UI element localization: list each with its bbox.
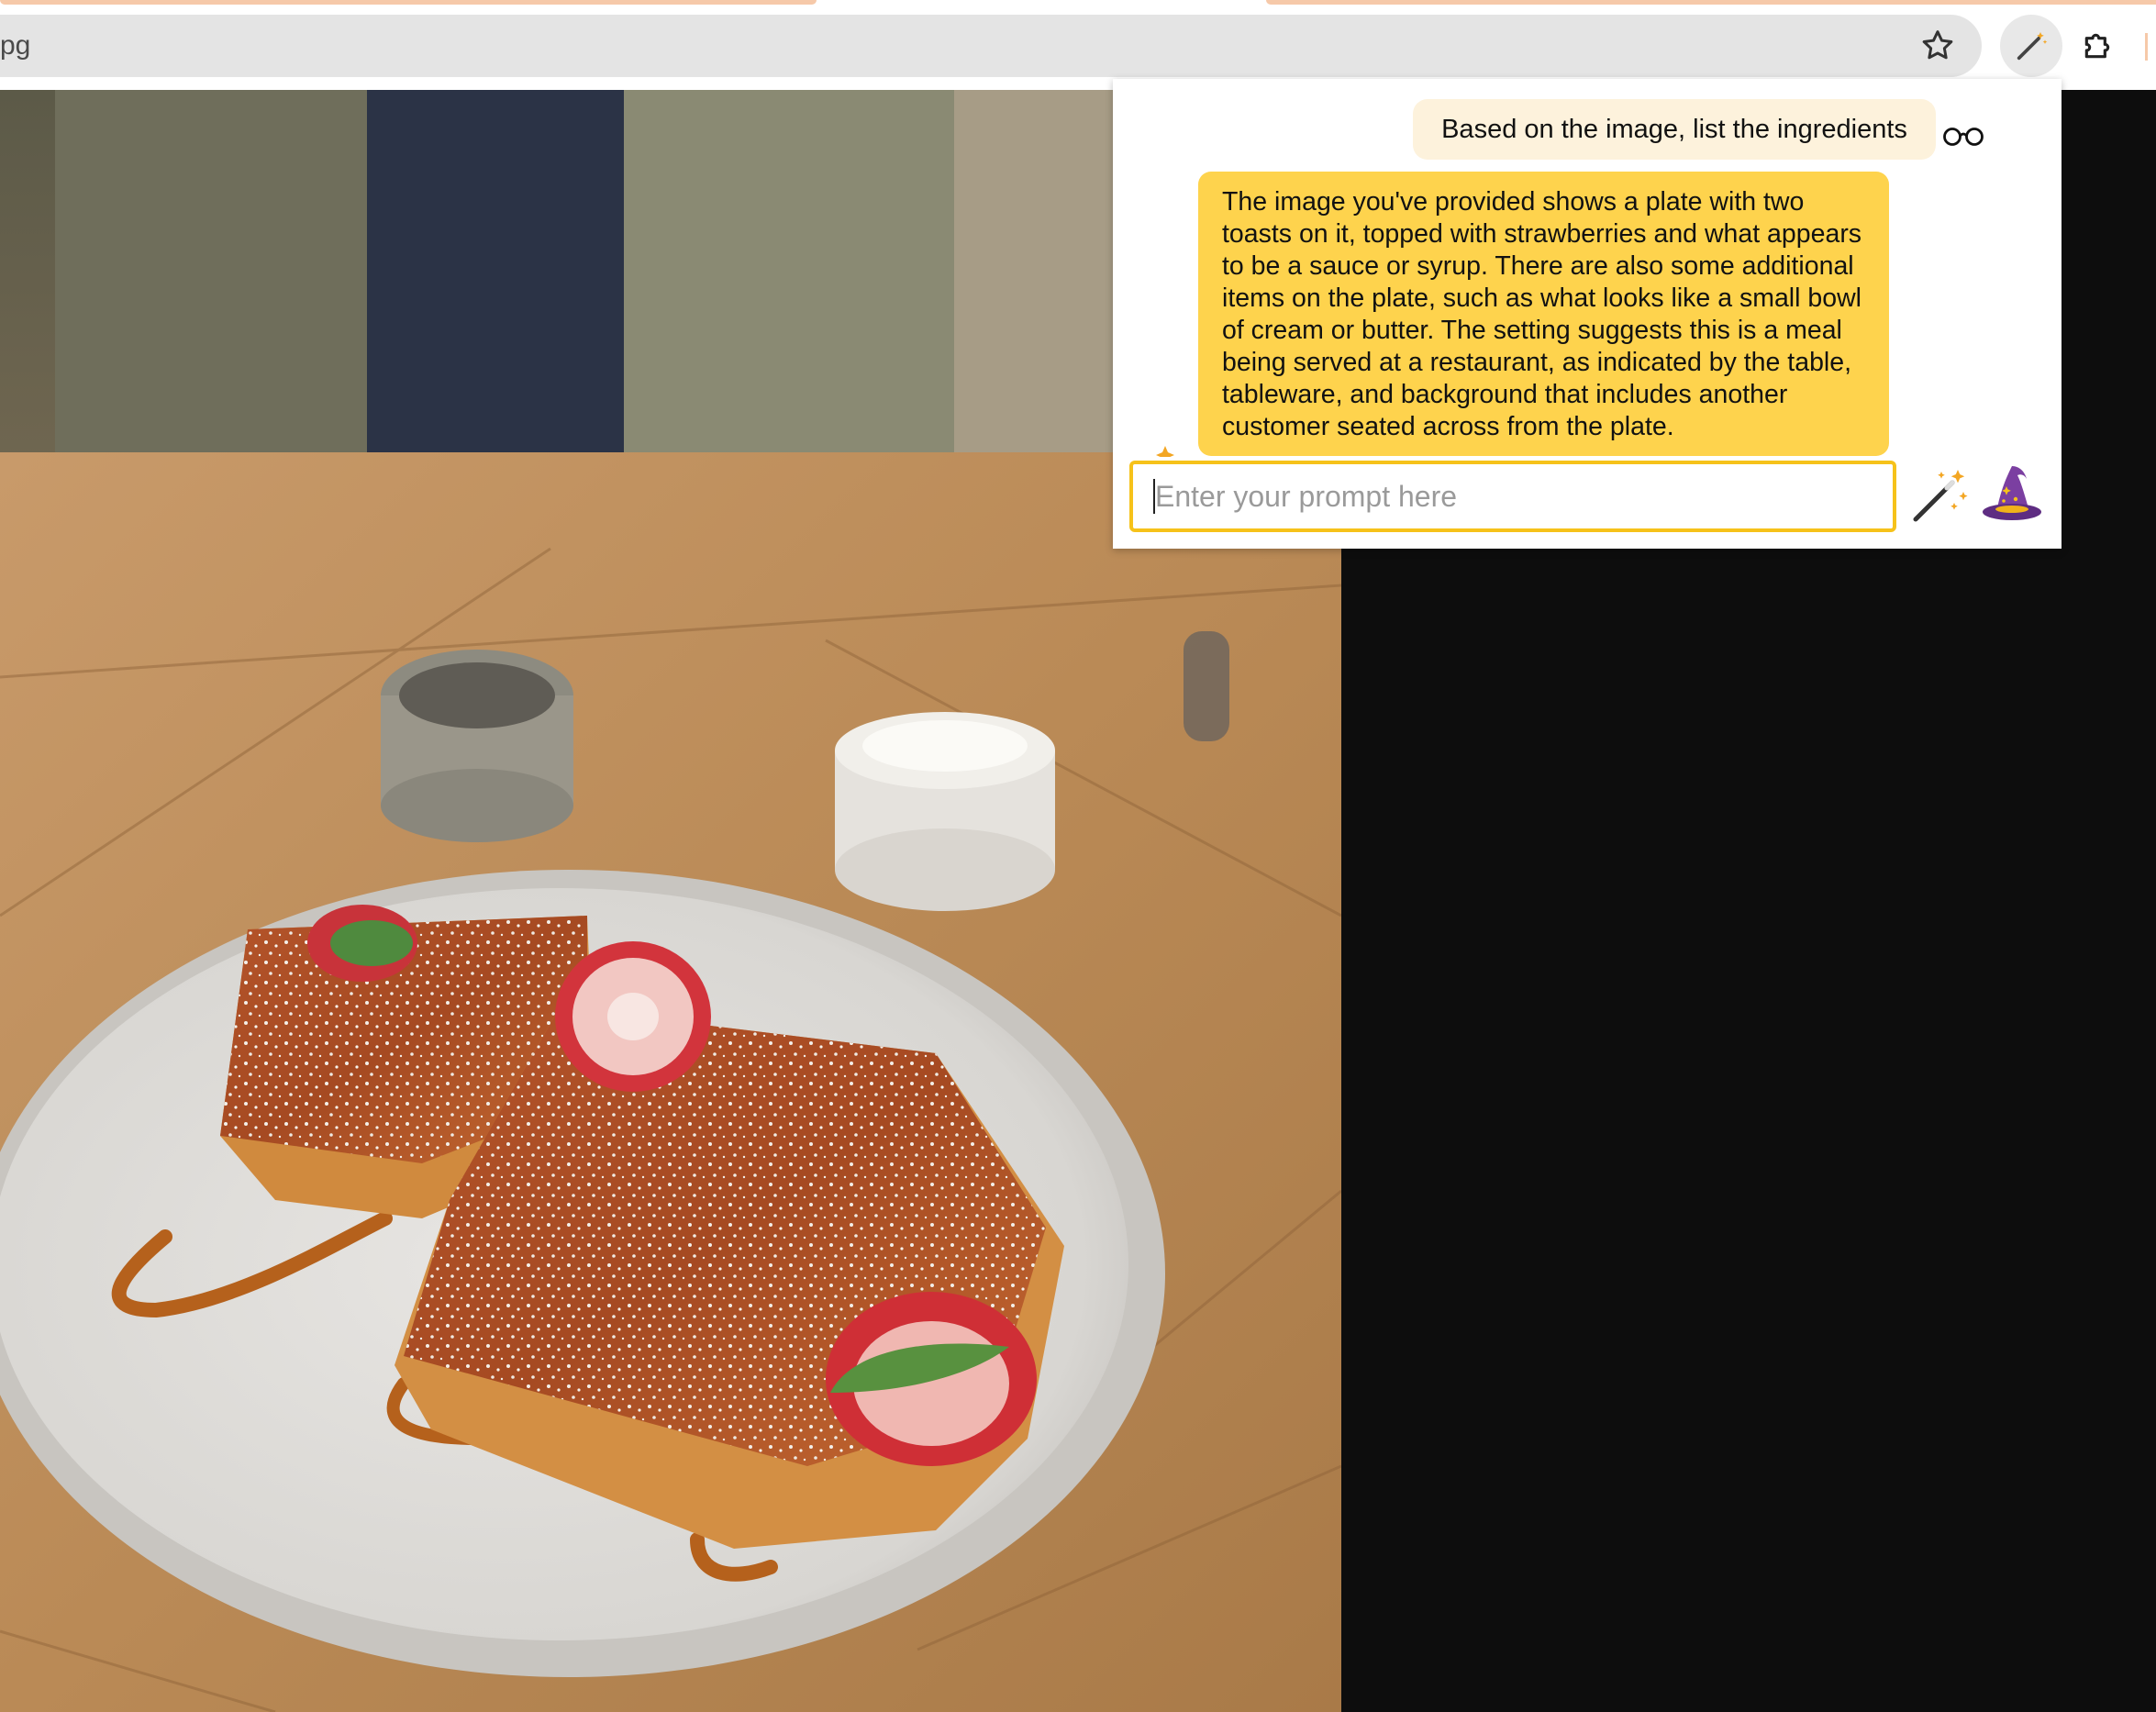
tab-strip [0, 0, 2156, 15]
user-message-bubble: Based on the image, list the ingredients [1413, 99, 1936, 160]
tab-highlight-right[interactable] [1266, 0, 2156, 5]
toolbar-edge [2145, 33, 2148, 61]
submit-wand-button[interactable] [1908, 464, 1971, 527]
assistant-message-bubble: The image you've provided shows a plate … [1198, 172, 1889, 456]
address-bar[interactable]: pg [0, 15, 1982, 77]
wizard-hat-button[interactable] [1979, 462, 2043, 527]
star-icon [1922, 30, 1953, 60]
wizard-hat-icon [1983, 466, 2041, 520]
puzzle-icon [2084, 33, 2110, 59]
text-caret [1153, 479, 1155, 514]
magic-wand-icon [1913, 470, 1968, 522]
chat-popup: Based on the image, list the ingredients… [1113, 79, 2062, 549]
glasses-icon [1943, 128, 1984, 146]
sparkle-icon [1154, 444, 1185, 457]
extension-button-active[interactable] [2000, 15, 2062, 77]
magic-wand-icon [2017, 32, 2048, 61]
prompt-input[interactable] [1129, 461, 1896, 532]
assistant-message-text: The image you've provided shows a plate … [1222, 187, 1862, 441]
tab-highlight-left[interactable] [0, 0, 817, 5]
extensions-menu-button[interactable] [2079, 28, 2116, 64]
url-text[interactable]: pg [0, 30, 30, 61]
bookmark-star-button[interactable] [1919, 28, 1956, 64]
